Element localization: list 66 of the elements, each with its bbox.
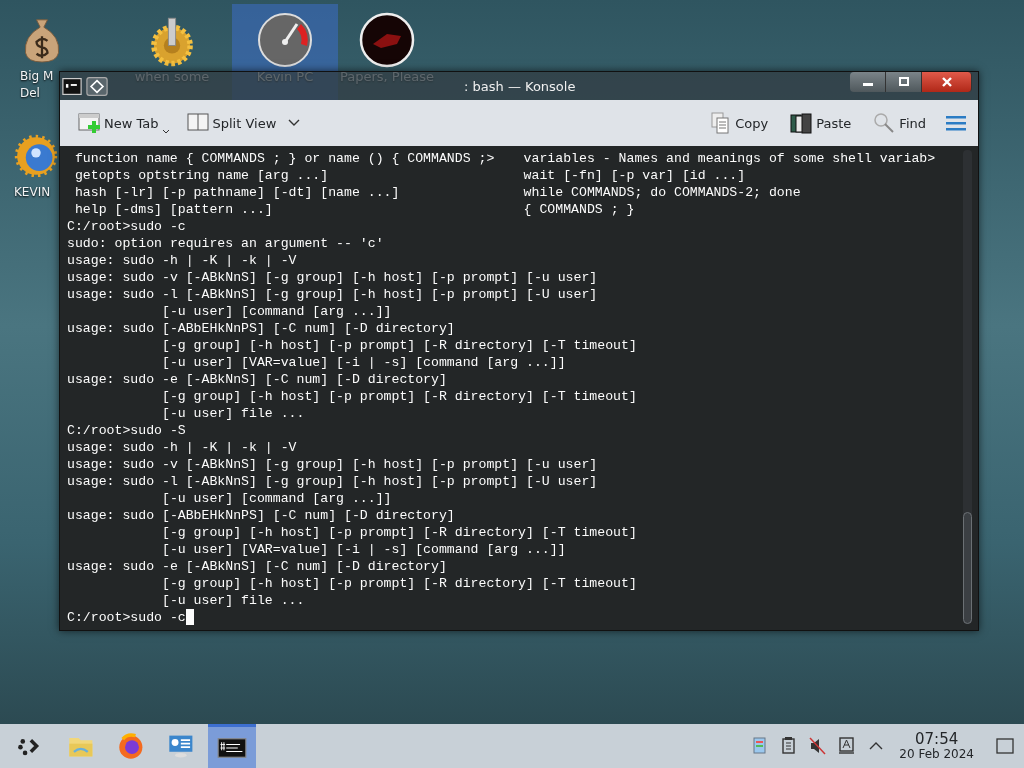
terminal-line: [-u user] [VAR=value] [-i | -s] [command [arg ...]]: [160, 541, 567, 558]
terminal-icon[interactable]: [62, 77, 82, 95]
clock-date[interactable]: 20 Feb 2024: [899, 747, 974, 761]
terminal-line: help [-dms] [pattern ...]: [73, 201, 274, 218]
split-button[interactable]: Split View: [184, 110, 303, 136]
terminal-line: usage: sudo -v [-ABkNnS] [-g group] [-h host] [-p prompt] [-u user]: [67, 456, 599, 473]
terminal-line: { COMMANDS ; }: [523, 201, 635, 218]
scrollbar-thumb[interactable]: [963, 512, 972, 624]
scrollbar[interactable]: [963, 150, 972, 624]
terminal-line: sudo: option requires an argument -- 'c': [67, 235, 385, 252]
terminal-line: usage: sudo -h | -K | -k | -V: [67, 439, 298, 456]
menu-icon: [946, 115, 966, 131]
terminal-line: C:/root>sudo -S: [67, 422, 187, 439]
show-desktop-icon[interactable]: [996, 738, 1014, 754]
terminal-line: [-u user] file ...: [160, 592, 306, 609]
gauge-icon[interactable]: [256, 12, 314, 68]
paste-button[interactable]: Paste: [788, 110, 854, 136]
terminal-line: [-u user] file ...: [160, 405, 306, 422]
terminal-line: [-g group] [-h host] [-p prompt] [-R directory] [-T timeout]: [160, 388, 638, 405]
terminal-line: [-g group] [-h host] [-p prompt] [-R directory] [-T timeout]: [160, 337, 638, 354]
muted-speaker-icon[interactable]: [808, 736, 828, 756]
terminal-line: while COMMANDS; do COMMANDS-2; done: [523, 184, 801, 201]
new-tab-icon: [78, 112, 100, 134]
chevron-down-icon: [288, 119, 301, 127]
terminal-line: getopts optstring name [arg ...]: [73, 167, 330, 184]
terminal-line: [-u user] [command [arg ...]]: [160, 490, 393, 507]
maximize-button[interactable]: [886, 72, 922, 92]
terminal-line: usage: sudo -v [-ABkNnS] [-g group] [-h host] [-p prompt] [-u user]: [67, 269, 599, 286]
copy-button[interactable]: Copy: [707, 110, 771, 136]
terminal-line: usage: sudo [-ABbEHkNnPS] [-C num] [-D directory]: [67, 320, 456, 337]
terminal-line: hash [-lr] [-p pathname] [-dt] [name ...]: [73, 184, 401, 201]
copy-icon: [709, 112, 732, 134]
terminal-line: [-u user] [VAR=value] [-i | -s] [command [arg ...]]: [160, 354, 567, 371]
terminal-line: usage: sudo -e [-ABkNnS] [-C num] [-D directory]: [67, 558, 448, 575]
minimize-button[interactable]: [850, 72, 886, 92]
menu-button[interactable]: [946, 115, 966, 131]
terminal-line: usage: sudo -e [-ABkNnS] [-C num] [-D directory]: [67, 371, 448, 388]
terminal-line: usage: sudo [-ABbEHkNnPS] [-C num] [-D directory]: [67, 507, 456, 524]
text-cursor: [185, 609, 194, 625]
round-emblem-icon[interactable]: [358, 12, 416, 68]
icon-label[interactable]: KEVIN: [14, 184, 51, 201]
terminal-line: usage: sudo -l [-ABkNnS] [-g group] [-h host] [-p prompt] [-U user]: [67, 473, 599, 490]
icon-label[interactable]: Del: [20, 85, 40, 102]
terminal-line: [-g group] [-h host] [-p prompt] [-R directory] [-T timeout]: [160, 575, 638, 592]
terminal-line: C:/root>sudo -c: [67, 218, 187, 235]
terminal-line: variables - Names and meanings of some shell variab>: [523, 150, 936, 167]
icon-label[interactable]: Big M: [20, 68, 54, 85]
search-icon: [873, 112, 896, 134]
newtab-button[interactable]: New Tab: [76, 110, 171, 136]
terminal-line: usage: sudo -h | -K | -k | -V: [67, 252, 298, 269]
terminal-line[interactable]: C:/root>sudo -c: [67, 609, 186, 626]
clock-time[interactable]: 07:54: [915, 731, 959, 747]
diamond-icon[interactable]: [86, 76, 108, 96]
taskbar-app-button[interactable]: [208, 724, 256, 768]
close-icon: [940, 77, 953, 87]
terminal-line: usage: sudo -l [-ABkNnS] [-g group] [-h host] [-p prompt] [-U user]: [67, 286, 599, 303]
find-button[interactable]: Find: [871, 110, 928, 136]
keyboard-layout-icon[interactable]: [837, 736, 857, 756]
terminal-line: [-u user] [command [arg ...]]: [160, 303, 393, 320]
terminal-line: function name { COMMANDS ; } or name () { COMMANDS ;>: [73, 150, 496, 167]
close-button[interactable]: [922, 72, 972, 92]
maximize-icon: [897, 77, 910, 87]
paste-icon: [790, 112, 813, 134]
terminal-line: wait [-fn] [-p var] [id ...]: [523, 167, 746, 184]
split-view-icon: [186, 112, 209, 134]
terminal-line: [-g group] [-h host] [-p prompt] [-R directory] [-T timeout]: [160, 524, 638, 541]
